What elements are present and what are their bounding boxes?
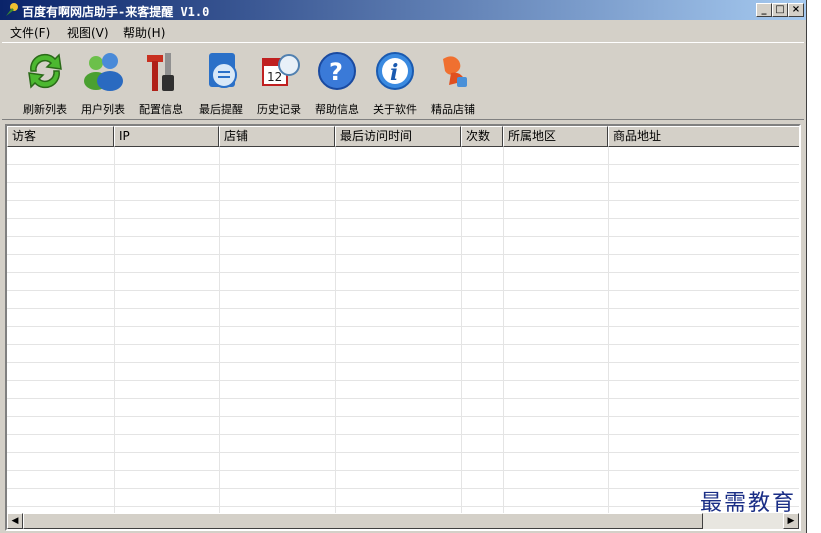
- empty-list-row[interactable]: [7, 291, 799, 309]
- empty-list-row[interactable]: [7, 237, 799, 255]
- featured-shops-label: 精品店铺: [431, 103, 475, 116]
- empty-list-row[interactable]: [7, 399, 799, 417]
- minimize-button[interactable]: _: [756, 3, 772, 17]
- list-header: 访客 IP 店铺 最后访问时间 次数 所属地区 商品地址: [7, 126, 799, 147]
- empty-list-row[interactable]: [7, 255, 799, 273]
- help-info-label: 帮助信息: [315, 103, 359, 116]
- empty-list-row[interactable]: [7, 435, 799, 453]
- column-header-count[interactable]: 次数: [461, 126, 503, 147]
- tools-icon: [147, 53, 174, 91]
- last-reminder-label: 最后提醒: [199, 103, 243, 116]
- info-icon: i: [376, 52, 414, 90]
- empty-list-row[interactable]: [7, 471, 799, 489]
- users-icon: [84, 53, 123, 91]
- refresh-list-label: 刷新列表: [23, 103, 67, 116]
- help-info-button[interactable]: ? 帮助信息: [308, 45, 366, 117]
- menu-file[interactable]: 文件(F): [10, 24, 50, 41]
- scroll-thumb[interactable]: [23, 513, 703, 529]
- empty-list-row[interactable]: [7, 219, 799, 237]
- column-header-shop[interactable]: 店铺: [219, 126, 335, 147]
- history-button[interactable]: 12 历史记录: [250, 45, 308, 117]
- horizontal-scrollbar[interactable]: ◀ ▶: [7, 513, 799, 529]
- empty-list-row[interactable]: [7, 309, 799, 327]
- svg-text:?: ?: [329, 58, 343, 86]
- svg-text:12: 12: [267, 70, 282, 84]
- scroll-left-button[interactable]: ◀: [7, 513, 23, 529]
- column-header-last-visit[interactable]: 最后访问时间: [335, 126, 461, 147]
- empty-list-row[interactable]: [7, 147, 799, 165]
- refresh-list-button[interactable]: 刷新列表: [16, 45, 74, 117]
- last-reminder-button[interactable]: 最后提醒: [192, 45, 250, 117]
- column-header-ip[interactable]: IP: [114, 126, 219, 147]
- taobao-icon: [443, 56, 467, 87]
- column-header-visitor[interactable]: 访客: [7, 126, 114, 147]
- empty-list-row[interactable]: [7, 165, 799, 183]
- menu-view[interactable]: 视图(V): [67, 24, 109, 41]
- menu-help[interactable]: 帮助(H): [123, 24, 165, 41]
- help-icon: ?: [318, 52, 356, 90]
- history-label: 历史记录: [257, 103, 301, 116]
- empty-list-row[interactable]: [7, 381, 799, 399]
- about-label: 关于软件: [373, 103, 417, 116]
- empty-list-row[interactable]: [7, 417, 799, 435]
- empty-list-row[interactable]: [7, 201, 799, 219]
- toolbar: 刷新列表 用户列表 配置信息 最后提醒 12 历史记录 ? 帮助信息 i 关于软…: [2, 42, 804, 120]
- empty-list-row[interactable]: [7, 345, 799, 363]
- column-header-product-url[interactable]: 商品地址: [608, 126, 799, 147]
- menu-bar: 文件(F) 视图(V) 帮助(H): [0, 20, 806, 41]
- calendar-icon: 12: [262, 54, 300, 86]
- empty-list-row[interactable]: [7, 327, 799, 345]
- config-label: 配置信息: [139, 103, 183, 116]
- column-header-region[interactable]: 所属地区: [503, 126, 608, 147]
- user-list-label: 用户列表: [81, 103, 125, 116]
- reminder-icon: [209, 53, 237, 88]
- app-icon: [6, 3, 18, 16]
- main-window: 百度有啊网店助手-来客提醒 V1.0 _ □ × 文件(F) 视图(V) 帮助(…: [0, 0, 807, 533]
- watermark: 最需教育: [700, 491, 797, 516]
- close-button[interactable]: ×: [788, 3, 804, 17]
- visitor-list[interactable]: 访客 IP 店铺 最后访问时间 次数 所属地区 商品地址 ◀ ▶: [5, 124, 801, 531]
- svg-text:i: i: [390, 60, 398, 86]
- empty-list-row[interactable]: [7, 489, 799, 507]
- maximize-button[interactable]: □: [772, 3, 788, 17]
- config-button[interactable]: 配置信息: [132, 45, 190, 117]
- empty-list-row[interactable]: [7, 273, 799, 291]
- empty-list-row[interactable]: [7, 453, 799, 471]
- list-body[interactable]: [7, 147, 799, 515]
- featured-shops-button[interactable]: 精品店铺: [424, 45, 482, 117]
- window-title: 百度有啊网店助手-来客提醒 V1.0: [22, 5, 210, 19]
- about-button[interactable]: i 关于软件: [366, 45, 424, 117]
- empty-list-row[interactable]: [7, 183, 799, 201]
- empty-list-row[interactable]: [7, 363, 799, 381]
- user-list-button[interactable]: 用户列表: [74, 45, 132, 117]
- title-bar[interactable]: 百度有啊网店助手-来客提醒 V1.0 _ □ ×: [0, 0, 806, 20]
- refresh-icon: [28, 53, 62, 89]
